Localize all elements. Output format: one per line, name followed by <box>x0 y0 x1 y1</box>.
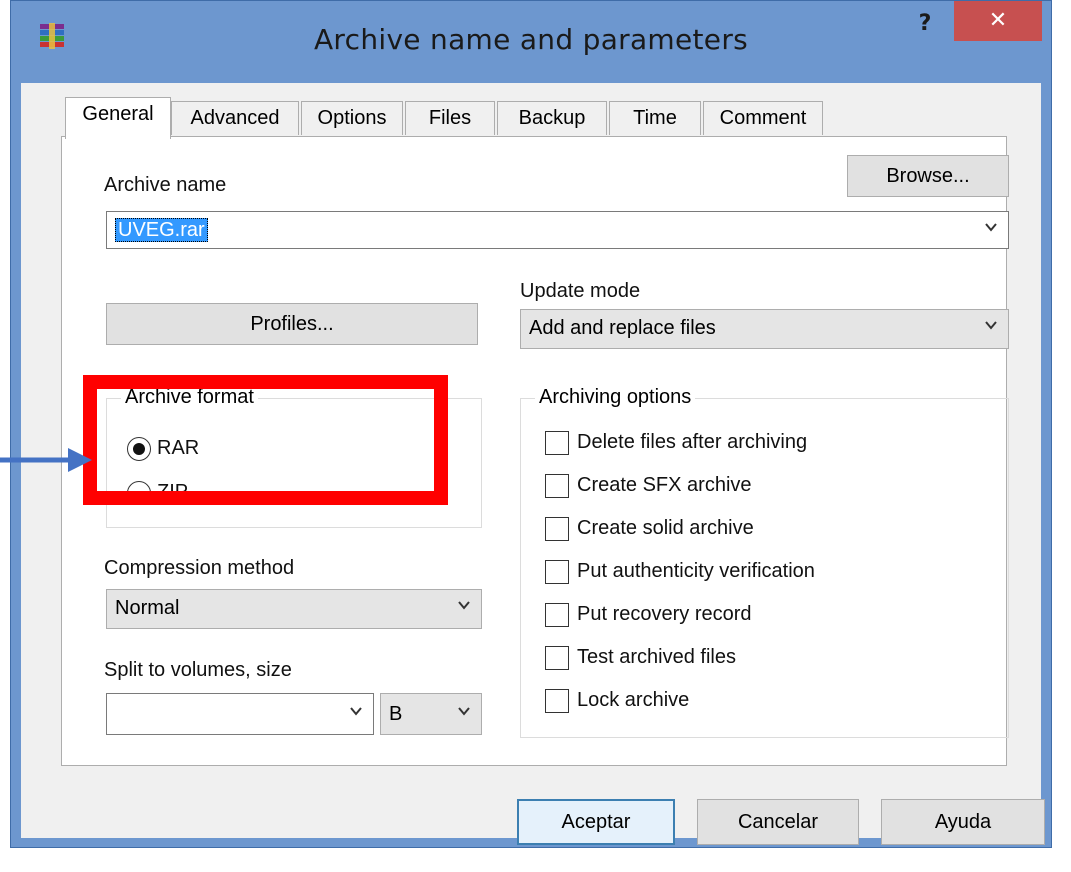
checkbox-lock-archive-label[interactable]: Lock archive <box>577 689 689 712</box>
tab-comment[interactable]: Comment <box>703 101 823 135</box>
ok-button[interactable]: Aceptar <box>517 799 675 845</box>
tab-advanced[interactable]: Advanced <box>171 101 299 135</box>
checkbox-create-solid-label[interactable]: Create solid archive <box>577 517 754 540</box>
archive-name-combo[interactable]: UVEG.rar <box>106 211 1009 249</box>
dialog-client: General Advanced Options Files Backup Ti… <box>21 83 1045 845</box>
checkbox-create-solid[interactable] <box>545 517 569 541</box>
archive-format-group: Archive format RAR ZIP <box>106 386 482 528</box>
update-mode-value: Add and replace files <box>529 317 716 339</box>
radio-rar[interactable] <box>127 437 151 461</box>
compression-value: Normal <box>115 597 180 619</box>
tab-general[interactable]: General <box>65 97 171 139</box>
chevron-down-icon[interactable] <box>982 316 1000 334</box>
dialog-window: Archive name and parameters ? ✕ General … <box>10 0 1052 848</box>
checkbox-delete-files[interactable] <box>545 431 569 455</box>
chevron-down-icon[interactable] <box>455 596 473 614</box>
tab-backup[interactable]: Backup <box>497 101 607 135</box>
checkbox-test-files-label[interactable]: Test archived files <box>577 646 736 669</box>
help-icon[interactable]: ? <box>907 9 943 39</box>
archiving-options-title: Archiving options <box>535 386 696 409</box>
checkbox-delete-files-label[interactable]: Delete files after archiving <box>577 431 807 454</box>
update-mode-label: Update mode <box>520 280 641 302</box>
close-button[interactable]: ✕ <box>954 1 1042 41</box>
radio-zip[interactable] <box>127 481 151 505</box>
browse-button[interactable]: Browse... <box>847 155 1009 197</box>
help-button[interactable]: Ayuda <box>881 799 1045 845</box>
archive-format-title: Archive format <box>121 386 258 409</box>
split-unit-select[interactable]: B <box>380 693 482 735</box>
profiles-button[interactable]: Profiles... <box>106 303 478 345</box>
chevron-down-icon[interactable] <box>982 218 1000 236</box>
split-volumes-label: Split to volumes, size <box>104 659 292 681</box>
title-bar[interactable]: Archive name and parameters ? ✕ <box>11 1 1051 83</box>
archive-name-input[interactable]: UVEG.rar <box>115 218 208 242</box>
checkbox-authenticity[interactable] <box>545 560 569 584</box>
tab-options[interactable]: Options <box>301 101 403 135</box>
window-title: Archive name and parameters <box>313 23 749 56</box>
chevron-down-icon[interactable] <box>347 702 365 720</box>
checkbox-create-sfx[interactable] <box>545 474 569 498</box>
checkbox-recovery-record-label[interactable]: Put recovery record <box>577 603 752 626</box>
checkbox-authenticity-label[interactable]: Put authenticity verification <box>577 560 815 583</box>
archive-name-label: Archive name <box>104 174 227 196</box>
split-unit-value: B <box>389 703 403 725</box>
archiving-options-group: Archiving options Delete files after arc… <box>520 386 1009 738</box>
radio-zip-label[interactable]: ZIP <box>157 481 188 504</box>
checkbox-lock-archive[interactable] <box>545 689 569 713</box>
checkbox-create-sfx-label[interactable]: Create SFX archive <box>577 474 752 497</box>
general-panel: Archive name Browse... UVEG.rar Profiles… <box>61 136 1009 766</box>
tab-files[interactable]: Files <box>405 101 495 135</box>
cancel-button[interactable]: Cancelar <box>697 799 859 845</box>
checkbox-recovery-record[interactable] <box>545 603 569 627</box>
compression-label: Compression method <box>104 557 295 579</box>
tab-time[interactable]: Time <box>609 101 701 135</box>
split-volumes-combo[interactable] <box>106 693 374 735</box>
radio-rar-label[interactable]: RAR <box>157 437 199 460</box>
arrow-right-icon <box>0 448 92 472</box>
update-mode-select[interactable]: Add and replace files <box>520 309 1009 349</box>
compression-select[interactable]: Normal <box>106 589 482 629</box>
checkbox-test-files[interactable] <box>545 646 569 670</box>
chevron-down-icon[interactable] <box>455 702 473 720</box>
